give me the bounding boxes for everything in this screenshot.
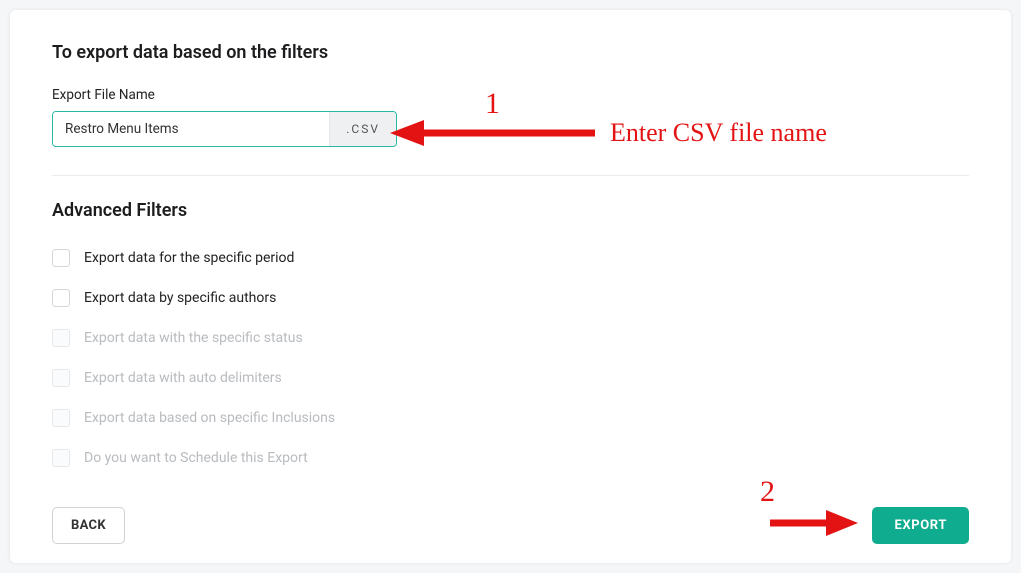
- filter-inclusions-label: Export data based on specific Inclusions: [84, 410, 335, 426]
- filter-delimiters-label: Export data with auto delimiters: [84, 370, 282, 386]
- advanced-filters-heading: Advanced Filters: [52, 200, 969, 221]
- panel-title: To export data based on the filters: [52, 42, 969, 63]
- filename-input-group: .CSV: [52, 111, 397, 147]
- filter-authors-checkbox[interactable]: [52, 289, 70, 307]
- filename-input[interactable]: [53, 112, 329, 146]
- filter-period: Export data for the specific period: [52, 249, 969, 267]
- filter-status-checkbox: [52, 329, 70, 347]
- filter-schedule-checkbox: [52, 449, 70, 467]
- export-panel: To export data based on the filters Expo…: [10, 10, 1011, 563]
- divider: [52, 175, 969, 176]
- filter-inclusions: Export data based on specific Inclusions: [52, 409, 969, 427]
- filter-status: Export data with the specific status: [52, 329, 969, 347]
- annotation-arrow-1: [390, 118, 600, 148]
- annotation-text-1: Enter CSV file name: [610, 118, 827, 148]
- filter-authors-label: Export data by specific authors: [84, 290, 276, 306]
- filter-period-checkbox[interactable]: [52, 249, 70, 267]
- export-button[interactable]: EXPORT: [872, 507, 969, 544]
- filter-schedule: Do you want to Schedule this Export: [52, 449, 969, 467]
- filter-status-label: Export data with the specific status: [84, 330, 303, 346]
- action-row: BACK EXPORT: [52, 507, 969, 544]
- annotation-number-2: 2: [760, 475, 775, 509]
- filter-period-label: Export data for the specific period: [84, 250, 294, 266]
- filter-list: Export data for the specific period Expo…: [52, 249, 969, 467]
- filter-schedule-label: Do you want to Schedule this Export: [84, 450, 308, 466]
- filter-inclusions-checkbox: [52, 409, 70, 427]
- filename-label: Export File Name: [52, 87, 969, 103]
- filename-extension: .CSV: [329, 112, 396, 146]
- filter-delimiters: Export data with auto delimiters: [52, 369, 969, 387]
- filter-delimiters-checkbox: [52, 369, 70, 387]
- filter-authors: Export data by specific authors: [52, 289, 969, 307]
- back-button[interactable]: BACK: [52, 507, 125, 544]
